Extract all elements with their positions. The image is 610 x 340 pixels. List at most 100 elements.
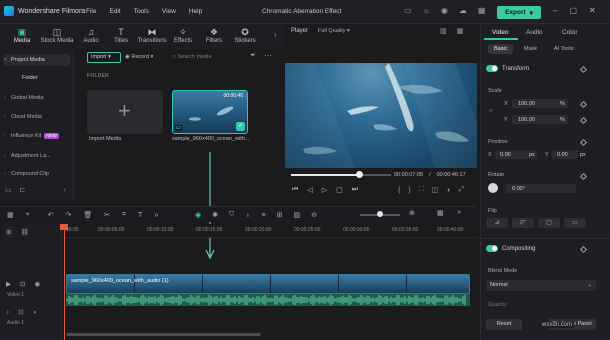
more-options-icon[interactable]: » — [457, 209, 461, 216]
cut-icon[interactable]: ✂ — [104, 211, 110, 219]
zoom-knob[interactable] — [377, 211, 383, 217]
menu-file[interactable]: File — [86, 8, 96, 15]
quality-dropdown[interactable]: Full Quality ▾ — [318, 28, 350, 34]
import-media-tile[interactable]: + — [87, 90, 163, 134]
flip-horizontal-button[interactable]: ⊿ — [486, 218, 508, 228]
menu-tools[interactable]: Tools — [134, 8, 149, 15]
render-icon[interactable]: ✺ — [212, 211, 218, 219]
crop-icon[interactable]: ⌗ — [122, 211, 126, 219]
grid-icon[interactable]: ▦ — [457, 27, 464, 35]
video-clip[interactable]: sample_960x400_ocean_with_audio (1) — [66, 274, 470, 294]
cloud-icon[interactable]: ☁ — [459, 6, 467, 15]
compositing-toggle[interactable] — [486, 245, 498, 252]
import-dropdown[interactable]: Import ▾ — [87, 52, 121, 63]
menu-edit[interactable]: Edit — [109, 8, 120, 15]
more-icon[interactable]: » — [154, 212, 158, 219]
ai-icon[interactable]: ◉ — [195, 211, 201, 219]
maximize-icon[interactable]: ▢ — [569, 6, 577, 15]
video-preview[interactable] — [285, 63, 477, 168]
tab-color[interactable]: Color — [562, 29, 578, 36]
mic-icon[interactable]: ♁ — [245, 212, 250, 219]
lock-icon[interactable]: ⊡ — [20, 280, 25, 288]
filter-funnel-icon[interactable]: ⏷ — [250, 52, 256, 60]
playhead-handle[interactable] — [60, 224, 68, 230]
tab-media[interactable]: ▣ Media — [3, 27, 41, 44]
previous-frame-icon[interactable]: ⏮ — [292, 186, 298, 194]
compositing-section[interactable]: Compositing — [486, 245, 535, 252]
search-input[interactable]: ⌕ Search media — [173, 52, 245, 63]
sidebar-item-adjustment-layer[interactable]: › Adjustment La... — [4, 150, 70, 162]
minimize-icon[interactable]: – — [553, 6, 557, 15]
menu-view[interactable]: View — [162, 8, 176, 15]
playback-scrubber[interactable] — [291, 171, 391, 178]
grid-view-icon[interactable]: ▦ — [437, 209, 444, 217]
media-clip-thumbnail[interactable]: 00:00:46 ▭ ✓ — [172, 90, 248, 134]
add-track-icon[interactable]: ⊞ — [6, 228, 11, 236]
folder-open-icon[interactable]: ⊏ — [20, 186, 26, 194]
new-folder-icon[interactable]: ▭ — [5, 186, 12, 194]
stop-icon[interactable]: ▢ — [336, 186, 343, 194]
subtab-basic[interactable]: Basic — [488, 44, 514, 54]
sidebar-item-global-media[interactable]: › Global Media — [4, 92, 70, 104]
select-icon[interactable]: ⌖ — [26, 211, 30, 219]
subtab-mask[interactable]: Mask — [518, 44, 543, 54]
picture-icon[interactable]: ▨ — [293, 211, 300, 219]
layout-icon[interactable]: ▦ — [478, 6, 486, 15]
speaker-icon[interactable]: ◖ — [33, 309, 37, 316]
audio-mix-icon[interactable]: ≡ — [261, 212, 265, 219]
collapse-icon[interactable]: ‹ — [64, 187, 66, 194]
redo-icon[interactable]: ↷ — [65, 211, 71, 219]
flip-vertical-button[interactable]: ◸ — [512, 218, 534, 228]
link-icon[interactable]: ⛓ — [20, 228, 28, 236]
tab-stock-media[interactable]: ◫ Stock Media — [38, 27, 76, 44]
close-icon[interactable]: ✕ — [589, 6, 596, 15]
chevron-right-icon[interactable]: › — [274, 30, 277, 39]
tab-video[interactable]: Video — [492, 29, 509, 36]
undo-icon[interactable]: ↶ — [48, 211, 54, 219]
scrubber-knob[interactable] — [356, 171, 363, 178]
record-dropdown[interactable]: ◉ Record ▾ — [125, 52, 169, 63]
rotate-right-button[interactable]: ▭ — [564, 218, 586, 228]
layout-icon[interactable]: ▦ — [7, 211, 14, 219]
mark-in-icon[interactable]: { — [398, 187, 400, 194]
tab-audio[interactable]: Audio — [526, 29, 543, 36]
resize-icon[interactable]: ⤢ — [458, 186, 464, 194]
menu-help[interactable]: Help — [189, 8, 202, 15]
sidebar-item-project-media[interactable]: ▾ Project Media — [4, 54, 70, 66]
sidebar-item-cloud-media[interactable]: › Cloud Media — [4, 111, 70, 123]
audio-clip[interactable] — [66, 294, 470, 306]
reset-button[interactable]: Reset — [486, 319, 522, 330]
transform-toggle[interactable] — [486, 65, 498, 72]
shield-icon[interactable]: ⛉ — [229, 211, 234, 219]
camera-icon[interactable]: ◫ — [432, 186, 439, 194]
subtab-ai-tools[interactable]: AI Tools — [548, 44, 579, 54]
sidebar-item-influence-kit[interactable]: › Influence Kit NEW — [4, 130, 70, 142]
playhead[interactable] — [64, 224, 65, 340]
volume-icon[interactable]: ◖ — [446, 187, 450, 194]
transform-section[interactable]: Transform — [486, 65, 529, 72]
delete-icon[interactable]: 🗑 — [83, 211, 92, 219]
split-icon[interactable]: ⊞ — [277, 211, 283, 219]
timeline-scrollbar[interactable] — [66, 333, 261, 336]
more-options-icon[interactable]: ⋯ — [264, 51, 272, 60]
lock-icon[interactable]: ⊡ — [18, 308, 23, 316]
mark-out-icon[interactable]: } — [408, 187, 410, 194]
monitor-icon[interactable]: ▭ — [404, 6, 412, 15]
blend-mode-dropdown[interactable]: Normal ⌄ — [486, 280, 596, 291]
sidebar-item-compound-clip[interactable]: › Compound Clip — [4, 168, 70, 180]
text-icon[interactable]: T — [138, 212, 142, 219]
zoom-in-icon[interactable]: ⊕ — [409, 209, 415, 217]
sun-icon[interactable]: ☼ — [423, 6, 430, 15]
rotate-left-button[interactable]: ▢ — [538, 218, 560, 228]
export-button[interactable]: Export ▾ — [497, 6, 541, 19]
eye-icon[interactable]: ◉ — [441, 6, 448, 15]
sidebar-item-folder[interactable]: Folder — [22, 75, 38, 81]
next-frame-icon[interactable]: ⏭ — [352, 186, 358, 194]
rotate-dial-icon[interactable] — [488, 183, 498, 193]
fullscreen-icon[interactable]: ⛶ — [419, 186, 424, 194]
eye-icon[interactable]: ◉ — [34, 280, 40, 288]
zoom-out-icon[interactable]: ⊖ — [311, 211, 317, 219]
play-icon[interactable]: ▷ — [322, 186, 327, 194]
image-icon[interactable]: ▨ — [440, 27, 447, 35]
tab-stickers[interactable]: ✪ Stickers — [226, 27, 264, 44]
